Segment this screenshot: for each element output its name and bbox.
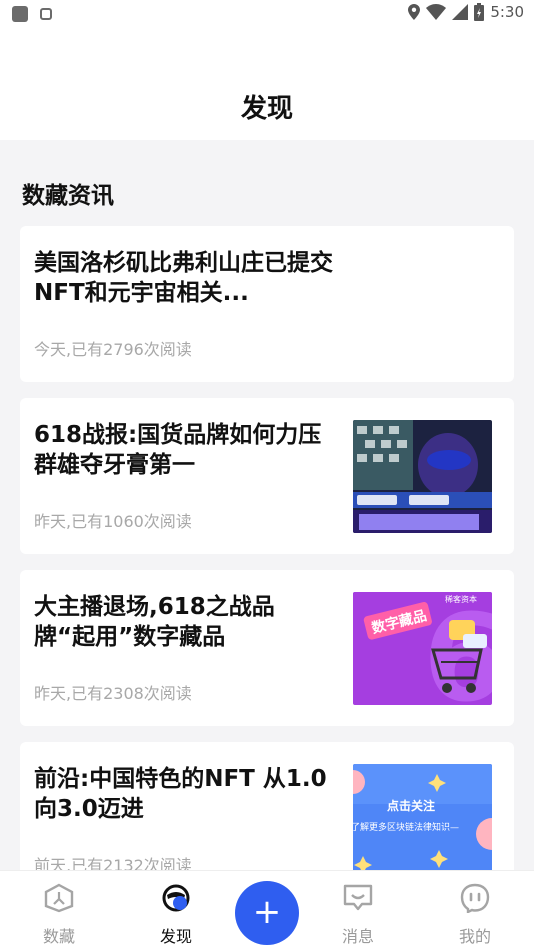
article-meta: 昨天,已有2308次阅读 — [34, 684, 192, 703]
article-thumbnail[interactable] — [353, 420, 492, 533]
add-button[interactable]: + — [235, 881, 299, 945]
article-thumbnail[interactable]: 点击关注 了解更多区块链法律知识— — [353, 764, 492, 877]
nav-label: 我的 — [458, 927, 491, 946]
signal-icon — [452, 4, 469, 20]
location-icon — [408, 4, 421, 20]
profile-icon — [460, 883, 490, 914]
discover-icon — [162, 884, 190, 912]
svg-text:稀客资本: 稀客资本 — [445, 594, 477, 604]
article-title: 美国洛杉矶比弗利山庄已提交NFT和元宇宙相关... — [34, 250, 333, 306]
guochao-protection-image — [353, 420, 492, 533]
keyboard-notification-icon — [40, 8, 52, 20]
collection-icon — [44, 883, 74, 913]
nav-item-messages[interactable]: 消息 — [318, 883, 398, 947]
page-header: 发现 — [0, 28, 534, 140]
bottom-nav: 数藏 发现 + 消息 我的 — [0, 870, 534, 950]
article-title: 618战报:国货品牌如何力压群雄夺牙膏第一 — [34, 422, 322, 478]
article-title: 大主播退场,618之战品牌“起用”数字藏品 — [34, 594, 275, 650]
battery-icon — [474, 3, 485, 21]
section-title: 数藏资讯 — [22, 183, 114, 209]
article-card[interactable]: 618战报:国货品牌如何力压群雄夺牙膏第一 昨天,已有1060次阅读 — [20, 398, 514, 554]
wifi-icon — [426, 4, 447, 20]
nav-label: 数藏 — [42, 927, 75, 946]
digital-collection-618-image: 6 数字藏品 稀客资本 — [353, 592, 492, 705]
nav-item-discover[interactable]: 发现 — [136, 883, 216, 947]
message-icon — [343, 884, 373, 911]
page-title: 发现 — [240, 94, 293, 124]
article-title: 前沿:中国特色的NFT 从1.0向3.0迈进 — [34, 766, 327, 822]
nav-item-profile[interactable]: 我的 — [435, 883, 515, 947]
article-card[interactable]: 美国洛杉矶比弗利山庄已提交NFT和元宇宙相关... 今天,已有2796次阅读 — [20, 226, 514, 382]
nav-item-collection[interactable]: 数藏 — [19, 883, 99, 947]
nav-label: 发现 — [159, 927, 192, 946]
article-thumbnail[interactable]: 6 数字藏品 稀客资本 — [353, 592, 492, 705]
app-notification-icon — [12, 6, 28, 22]
article-meta: 今天,已有2796次阅读 — [34, 340, 192, 359]
svg-text:点击关注: 点击关注 — [387, 798, 435, 813]
clock: 5:30 — [490, 3, 524, 21]
status-icons: 5:30 — [408, 3, 524, 21]
follow-banner-image: 点击关注 了解更多区块链法律知识— — [353, 764, 492, 877]
article-meta: 昨天,已有1060次阅读 — [34, 512, 192, 531]
nav-label: 消息 — [341, 927, 374, 946]
status-bar: 5:30 — [0, 0, 534, 28]
article-card[interactable]: 大主播退场,618之战品牌“起用”数字藏品 昨天,已有2308次阅读 6 数字藏… — [20, 570, 514, 726]
svg-text:了解更多区块链法律知识—: 了解更多区块链法律知识— — [353, 821, 459, 833]
